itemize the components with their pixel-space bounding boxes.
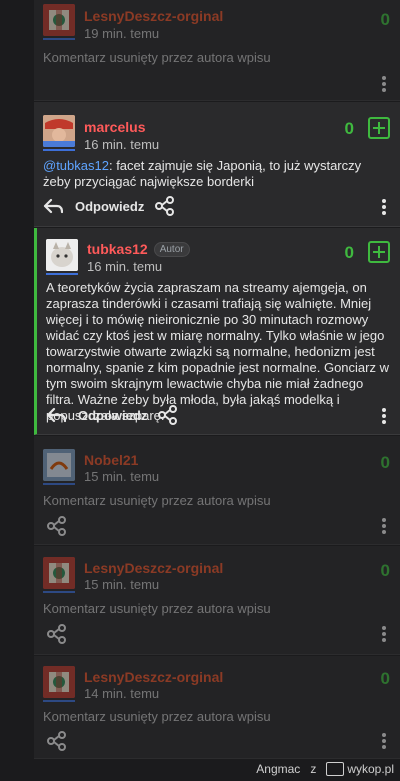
vote-score: 0 (380, 561, 390, 580)
comment-body: Komentarz usunięty przez autora wpisu (43, 601, 271, 616)
avatar[interactable] (43, 557, 75, 589)
comment-author[interactable]: LesnyDeszcz-orginal (84, 560, 223, 576)
comment-author[interactable]: LesnyDeszcz-orginal (84, 669, 223, 685)
watermark: Angmac z wykop.pl (256, 762, 394, 776)
comment-time: 16 min. temu (87, 259, 163, 274)
comment-body: Komentarz usunięty przez autora wpisu (43, 50, 271, 65)
comment-item: LesnyDeszcz-orginal 19 min. temu 0 Komen… (34, 0, 400, 101)
comment-item: LesnyDeszcz-orginal 15 min. temu 0 Komen… (34, 546, 400, 655)
wykop-logo-icon (326, 762, 345, 776)
watermark-author: Angmac (256, 762, 301, 776)
comment-time: 15 min. temu (84, 577, 160, 592)
reply-icon (43, 198, 63, 214)
watermark-site-name: wykop.pl (347, 762, 394, 776)
mention-link[interactable]: @tubkas12 (43, 158, 109, 173)
avatar[interactable] (43, 115, 75, 147)
vote-score: 0 (380, 10, 390, 29)
avatar[interactable] (43, 4, 75, 36)
avatar-underline (43, 483, 75, 485)
more-options-icon[interactable] (382, 518, 386, 534)
reply-button[interactable]: Odpowiedz (43, 197, 144, 215)
vote-score: 0 (380, 669, 390, 688)
avatar-underline (43, 591, 75, 593)
more-options-icon[interactable] (382, 76, 386, 92)
vote-score: 0 (380, 453, 390, 472)
more-options-icon[interactable] (382, 626, 386, 642)
share-icon[interactable] (46, 515, 68, 537)
share-icon[interactable] (46, 623, 68, 645)
comment-time: 14 min. temu (84, 686, 160, 701)
comment-body: Komentarz usunięty przez autora wpisu (43, 709, 271, 724)
comment-item: marcelus 16 min. temu 0 @tubkas12: facet… (34, 102, 400, 227)
watermark-site: wykop.pl (326, 762, 394, 776)
comment-thread: LesnyDeszcz-orginal 19 min. temu 0 Komen… (0, 0, 400, 781)
comment-item: Nobel21 15 min. temu 0 Komentarz usunięt… (34, 436, 400, 545)
reply-label: Odpowiedz (78, 407, 148, 423)
comment-author: tubkas12 Autor (87, 241, 190, 257)
upvote-plus-icon[interactable] (368, 117, 390, 139)
upvote-plus-icon[interactable] (368, 241, 390, 263)
avatar[interactable] (46, 239, 78, 271)
vote-score: 0 (344, 119, 354, 138)
comment-time: 19 min. temu (84, 26, 160, 41)
comment-body: Komentarz usunięty przez autora wpisu (43, 493, 271, 508)
comment-author[interactable]: LesnyDeszcz-orginal (84, 8, 223, 24)
share-icon[interactable] (157, 404, 179, 426)
author-badge: Autor (153, 241, 190, 257)
comment-item: LesnyDeszcz-orginal 14 min. temu 0 Komen… (34, 656, 400, 759)
watermark-separator: z (310, 762, 317, 776)
comment-author[interactable]: Nobel21 (84, 452, 138, 468)
comment-time: 15 min. temu (84, 469, 160, 484)
share-icon[interactable] (46, 730, 68, 752)
avatar[interactable] (43, 666, 75, 698)
comment-body: @tubkas12: facet zajmuje się Japonią, to… (43, 158, 390, 190)
more-options-icon[interactable] (382, 733, 386, 749)
reply-button[interactable]: Odpowiedz (46, 406, 147, 424)
avatar[interactable] (43, 449, 75, 481)
comment-time: 16 min. temu (84, 137, 160, 152)
more-options-icon[interactable] (382, 199, 386, 215)
reply-icon (46, 407, 66, 423)
reply-label: Odpowiedz (75, 198, 145, 214)
more-options-icon[interactable] (382, 408, 386, 424)
avatar-underline (46, 273, 78, 275)
avatar-underline (43, 149, 75, 151)
avatar-underline (43, 700, 75, 702)
share-icon[interactable] (154, 195, 176, 217)
vote-score: 0 (344, 243, 354, 262)
avatar-underline (43, 38, 75, 40)
author-name[interactable]: tubkas12 (87, 241, 148, 257)
comment-author[interactable]: marcelus (84, 119, 145, 135)
comment-body: A teoretyków życia zapraszam na streamy … (46, 280, 389, 423)
comment-item: tubkas12 Autor 16 min. temu 0 A teoretyk… (34, 228, 400, 435)
